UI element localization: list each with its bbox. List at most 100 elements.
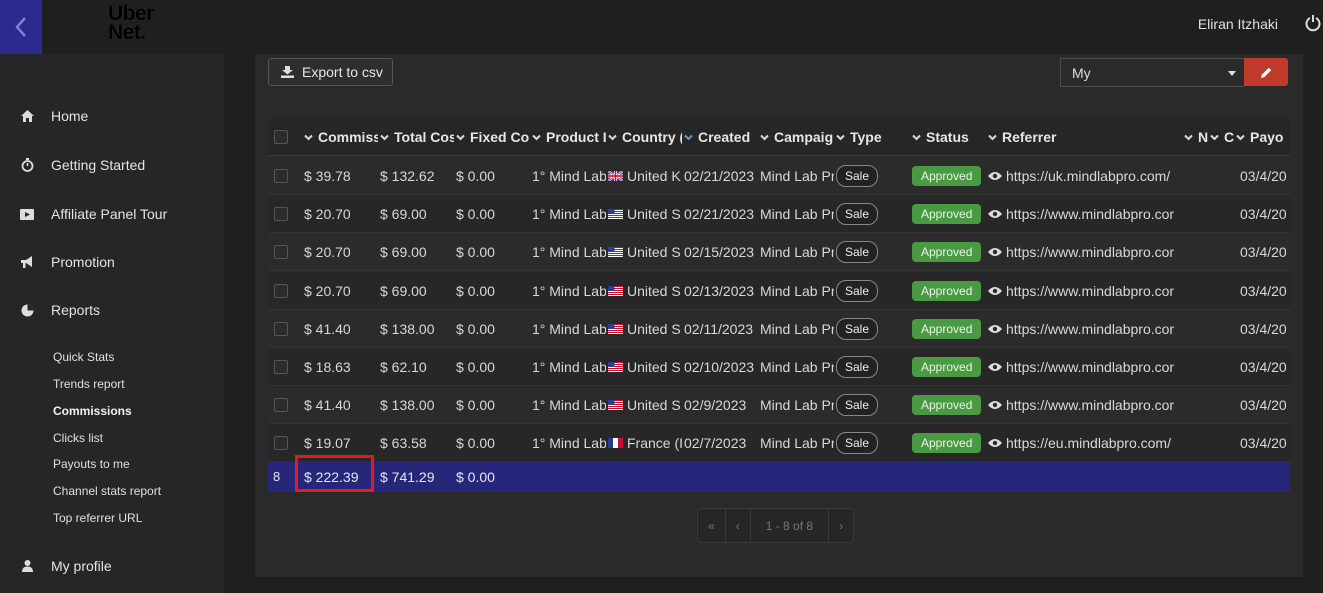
referrer-cell[interactable]: https://www.mindlabpro.cor [988, 310, 1183, 348]
column-header-n[interactable]: N [1184, 118, 1208, 156]
eye-icon[interactable] [988, 438, 1002, 448]
user-name[interactable]: Eliran Itzhaki [1198, 16, 1278, 32]
table-row[interactable]: $ 41.40 $ 138.00 $ 0.00 1° Mind Lab United S… [268, 386, 1290, 425]
sidebar-subitem-clicks-list[interactable]: Clicks list [53, 431, 103, 445]
pagination-first-button[interactable]: « [698, 509, 726, 542]
payout-cell: 03/4/20 [1240, 435, 1287, 452]
row-checkbox[interactable] [274, 360, 288, 374]
table-row[interactable]: $ 39.78 $ 132.62 $ 0.00 1° Mind Lab United K… [268, 157, 1290, 195]
row-checkbox[interactable] [274, 169, 288, 183]
status-badge: Approved [912, 280, 982, 301]
column-header-label: Type [850, 129, 882, 145]
pagination-next-button[interactable]: › [829, 509, 853, 542]
sidebar-item-promotion[interactable]: Promotion [0, 247, 224, 277]
campaign-cell: Mind Lab Pr [760, 435, 834, 452]
column-header-fixed-cost[interactable]: Fixed Co [456, 118, 530, 156]
referrer-cell[interactable]: https://www.mindlabpro.cor [988, 233, 1183, 271]
referrer-cell[interactable]: https://eu.mindlabpro.com/ [988, 424, 1183, 462]
sidebar-subitem-channel-stats-report[interactable]: Channel stats report [53, 484, 161, 498]
brand-logo[interactable]: Uber Net. [108, 3, 154, 43]
bullhorn-icon [20, 255, 34, 269]
referrer-cell[interactable]: https://uk.mindlabpro.com/ [988, 157, 1183, 195]
column-header-payout[interactable]: Payo [1236, 118, 1290, 156]
country-cell: United S [608, 195, 682, 233]
campaign-cell: Mind Lab Pr [760, 206, 834, 223]
created-cell: 02/21/2023 [684, 206, 755, 223]
commission-cell: $ 39.78 [304, 168, 351, 184]
row-checkbox[interactable] [274, 245, 288, 260]
referrer-cell[interactable]: https://www.mindlabpro.cor [988, 348, 1183, 386]
status-cell: Approved [912, 157, 986, 195]
product-cell: 1° Mind Lab [532, 282, 606, 299]
sidebar-subitem-payouts-to-me[interactable]: Payouts to me [53, 457, 130, 471]
sidebar-item-my-profile[interactable]: My profile [0, 551, 224, 581]
fixed-cost-cell: $ 0.00 [456, 397, 495, 414]
us-flag-icon [608, 362, 623, 372]
fixed-cost-cell: $ 0.00 [456, 244, 495, 261]
sidebar-item-label: Reports [51, 302, 101, 318]
eye-icon[interactable] [988, 209, 1002, 219]
eye-icon[interactable] [988, 286, 1002, 296]
column-header-status[interactable]: Status [912, 118, 986, 156]
commission-cell: $ 20.70 [304, 206, 351, 223]
column-header-product[interactable]: Product I [532, 118, 606, 156]
row-checkbox[interactable] [274, 436, 288, 451]
sidebar-item-getting-started[interactable]: Getting Started [0, 150, 224, 180]
pagination-prev-button[interactable]: ‹ [726, 509, 751, 542]
chevron-down-icon [684, 134, 693, 140]
row-checkbox[interactable] [274, 398, 288, 413]
eye-icon[interactable] [988, 324, 1002, 334]
column-header-label: Status [926, 129, 969, 145]
product-cell: 1° Mind Lab [532, 320, 606, 337]
row-checkbox[interactable] [274, 321, 288, 336]
table-row[interactable]: $ 41.40 $ 138.00 $ 0.00 1° Mind Lab United S… [268, 309, 1290, 348]
eye-icon[interactable] [988, 247, 1002, 257]
column-header-country[interactable]: Country ( [608, 118, 682, 156]
payout-cell: 03/4/20 [1240, 168, 1287, 184]
column-header-referrer[interactable]: Referrer [988, 118, 1178, 156]
fixed-cost-cell: $ 0.00 [456, 435, 495, 452]
table-row[interactable]: $ 19.07 $ 63.58 $ 0.00 1° Mind Lab France (I… [268, 424, 1290, 463]
table-row[interactable]: $ 20.70 $ 69.00 $ 0.00 1° Mind Lab United S0… [268, 195, 1290, 234]
sidebar-subitem-quick-stats[interactable]: Quick Stats [53, 350, 114, 364]
column-header-total-cost[interactable]: Total Cos [380, 118, 454, 156]
column-header-created[interactable]: Created [684, 118, 758, 156]
eye-icon[interactable] [988, 400, 1002, 410]
sidebar-item-affiliate-panel-tour[interactable]: Affiliate Panel Tour [0, 199, 224, 229]
eye-icon[interactable] [988, 362, 1002, 372]
status-cell: Approved [912, 424, 986, 462]
referrer-cell[interactable]: https://www.mindlabpro.cor [988, 386, 1183, 424]
edit-view-button[interactable] [1244, 58, 1288, 86]
power-icon[interactable] [1305, 14, 1321, 32]
type-cell: Sale [836, 157, 910, 195]
type-cell: Sale [836, 272, 910, 310]
status-cell: Approved [912, 310, 986, 348]
export-csv-button[interactable]: Export to csv [268, 58, 393, 86]
table-row[interactable]: $ 20.70 $ 69.00 $ 0.00 1° Mind Lab United S0… [268, 233, 1290, 272]
caret-down-icon [1228, 71, 1236, 76]
referrer-cell[interactable]: https://www.mindlabpro.cor [988, 272, 1183, 310]
column-header-campaign[interactable]: Campaig [760, 118, 834, 156]
table-row[interactable]: $ 18.63 $ 62.10 $ 0.00 1° Mind Lab United S0… [268, 348, 1290, 386]
eye-icon[interactable] [988, 171, 1002, 181]
referrer-url: https://www.mindlabpro.cor [1006, 244, 1175, 261]
sidebar-subitem-trends-report[interactable]: Trends report [53, 377, 125, 391]
column-header-type[interactable]: Type [836, 118, 910, 156]
sidebar-subitem-top-referrer-url[interactable]: Top referrer URL [53, 511, 142, 525]
column-header-commission[interactable]: Commiss [304, 118, 378, 156]
column-header-c[interactable]: C [1210, 118, 1234, 156]
row-checkbox[interactable] [274, 207, 288, 222]
pagination-info: 1 - 8 of 8 [751, 509, 830, 542]
sidebar-item-home[interactable]: Home [0, 101, 224, 131]
status-badge: Approved [912, 395, 982, 416]
sidebar-item-label: Promotion [51, 254, 115, 270]
table-row[interactable]: $ 20.70 $ 69.00 $ 0.00 1° Mind Lab United S0… [268, 271, 1290, 310]
fixed-cost-cell: $ 0.00 [456, 206, 495, 223]
back-button[interactable] [0, 0, 42, 54]
sidebar-item-reports[interactable]: Reports [0, 295, 224, 325]
select-all-checkbox[interactable] [274, 130, 288, 144]
row-checkbox[interactable] [274, 283, 288, 298]
referrer-cell[interactable]: https://www.mindlabpro.cor [988, 195, 1183, 233]
view-select[interactable]: My [1060, 58, 1245, 87]
sidebar-subitem-commissions[interactable]: Commissions [53, 404, 132, 418]
